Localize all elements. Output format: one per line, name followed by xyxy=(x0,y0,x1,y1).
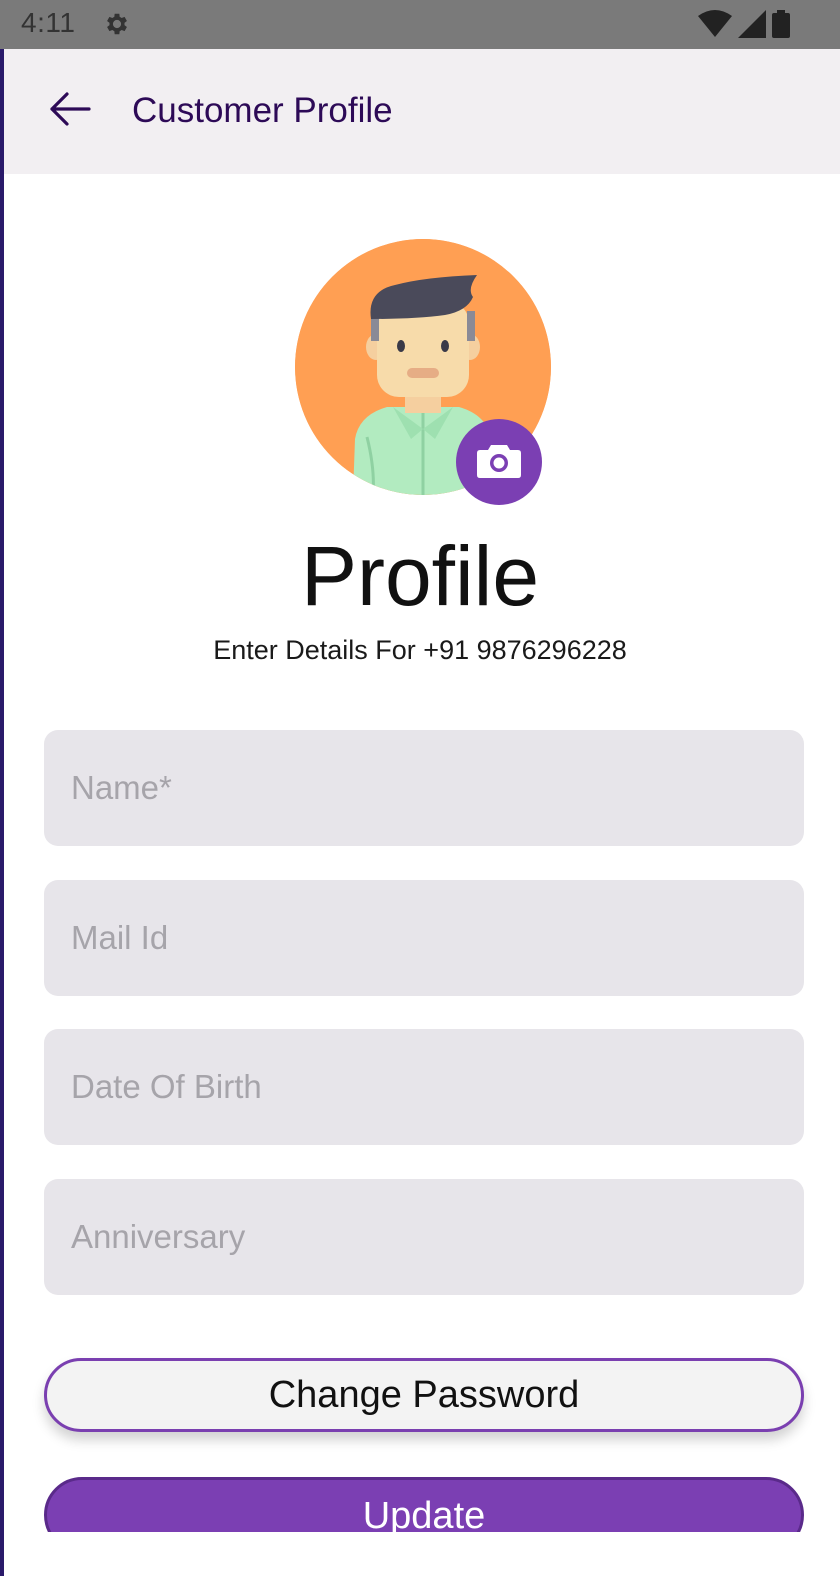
app-bar: Customer Profile xyxy=(4,49,840,174)
update-button[interactable]: Update xyxy=(44,1477,804,1532)
update-button-container: Update xyxy=(0,1470,840,1532)
cell-signal-icon xyxy=(738,10,766,43)
wifi-icon xyxy=(698,10,732,43)
change-photo-button[interactable] xyxy=(456,419,542,505)
arrow-back-icon xyxy=(47,91,91,132)
status-time: 4:11 xyxy=(21,7,76,38)
status-icons xyxy=(698,10,790,43)
back-button[interactable] xyxy=(42,89,96,133)
gear-icon xyxy=(103,10,131,38)
app-bar-title: Customer Profile xyxy=(132,91,393,130)
camera-icon xyxy=(476,441,522,484)
change-password-button[interactable]: Change Password xyxy=(44,1358,804,1432)
status-bar: 4:11 xyxy=(0,0,840,49)
page-subtitle: Enter Details For +91 9876296228 xyxy=(213,635,627,665)
window-edge xyxy=(0,0,4,1576)
mail-id-field[interactable] xyxy=(44,880,804,996)
battery-icon xyxy=(772,10,790,43)
customer-profile-screen: 4:11 Customer Profile Profile Enter Deta… xyxy=(0,0,840,1576)
anniversary-field[interactable] xyxy=(44,1179,804,1295)
date-of-birth-field[interactable] xyxy=(44,1029,804,1145)
name-field[interactable] xyxy=(44,730,804,846)
page-title: Profile xyxy=(300,529,540,623)
